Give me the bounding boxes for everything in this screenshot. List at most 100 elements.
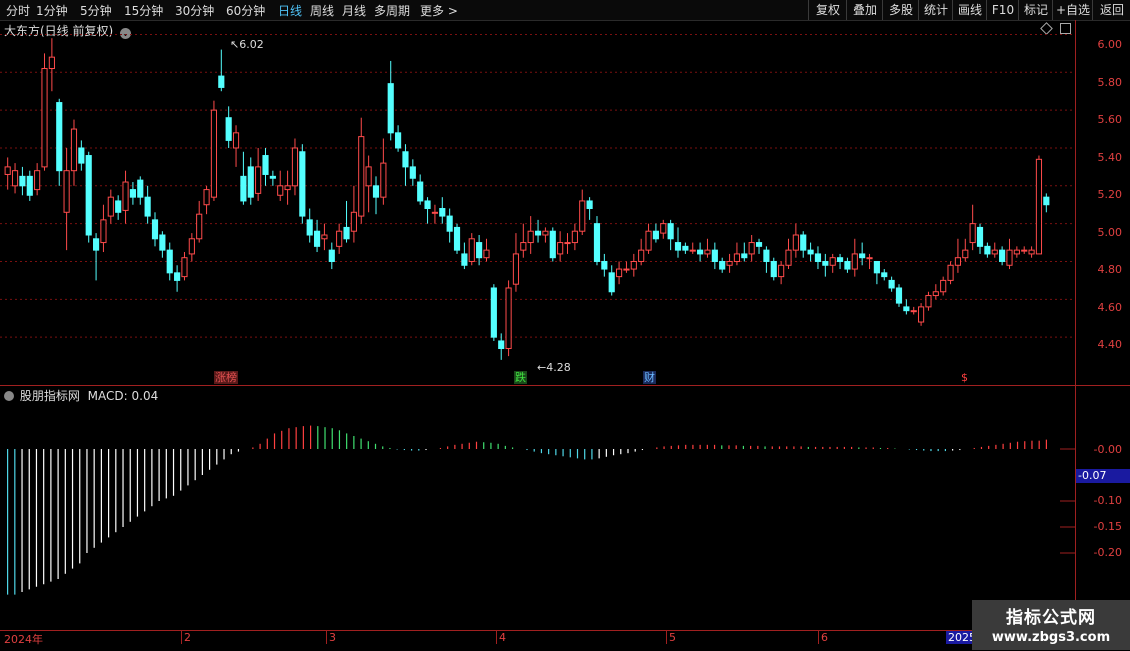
candle-body[interactable]	[232, 132, 240, 149]
candle-body[interactable]	[505, 287, 512, 350]
candle-body[interactable]	[807, 249, 814, 255]
candle-body[interactable]	[601, 260, 608, 270]
candle-body[interactable]	[321, 234, 328, 240]
candle-body[interactable]	[866, 257, 873, 260]
candle-body[interactable]	[667, 223, 674, 240]
candle-body[interactable]	[910, 310, 917, 313]
candle-body[interactable]	[623, 268, 630, 271]
candle-body[interactable]	[674, 242, 682, 251]
candle-body[interactable]	[527, 230, 534, 244]
overlay-button[interactable]: 叠加	[846, 0, 883, 20]
candle-body[interactable]	[92, 238, 100, 251]
candle-body[interactable]	[859, 253, 866, 259]
candle-body[interactable]	[697, 249, 704, 255]
add-watchlist-button[interactable]: +自选	[1052, 0, 1093, 20]
candle-body[interactable]	[56, 102, 63, 172]
tab-60min[interactable]: 60分钟	[226, 2, 265, 19]
candle-body[interactable]	[365, 166, 372, 187]
candle-body[interactable]	[468, 238, 475, 262]
candle-body[interactable]	[166, 249, 173, 274]
candle-body[interactable]	[615, 268, 623, 278]
candle-body[interactable]	[940, 279, 947, 293]
candle-body[interactable]	[218, 75, 225, 88]
candle-body[interactable]	[881, 272, 888, 278]
candle-body[interactable]	[4, 166, 11, 175]
candle-body[interactable]	[100, 219, 107, 244]
candle-body[interactable]	[836, 257, 844, 262]
candle-body[interactable]	[247, 166, 254, 198]
candle-body[interactable]	[240, 175, 247, 202]
candle-body[interactable]	[689, 249, 696, 252]
candle-body[interactable]	[483, 249, 490, 259]
macd-histogram[interactable]	[0, 386, 1076, 630]
candle-body[interactable]	[918, 306, 925, 323]
candle-body[interactable]	[851, 253, 858, 270]
candle-body[interactable]	[387, 83, 394, 134]
candle-body[interactable]	[299, 151, 306, 217]
candle-body[interactable]	[129, 189, 136, 198]
candle-body[interactable]	[645, 230, 652, 251]
candle-body[interactable]	[638, 249, 645, 262]
candle-body[interactable]	[402, 151, 409, 168]
tab-30min[interactable]: 30分钟	[175, 2, 214, 19]
candle-body[interactable]	[291, 147, 299, 187]
candle-body[interactable]	[11, 170, 19, 187]
candle-body[interactable]	[269, 175, 276, 179]
candle-body[interactable]	[70, 128, 78, 172]
candle-body[interactable]	[151, 219, 159, 240]
gainers-badge[interactable]: 涨榜	[214, 371, 238, 384]
candle-body[interactable]	[755, 242, 763, 247]
draw-line-button[interactable]: 画线	[952, 0, 987, 20]
candle-body[interactable]	[446, 215, 453, 232]
candle-body[interactable]	[424, 200, 431, 210]
candle-body[interactable]	[380, 162, 387, 198]
candle-body[interactable]	[733, 253, 741, 262]
candle-body[interactable]	[704, 249, 711, 255]
candle-body[interactable]	[262, 155, 269, 175]
mark-button[interactable]: 标记	[1018, 0, 1053, 20]
candle-body[interactable]	[962, 249, 969, 259]
candle-body[interactable]	[431, 211, 439, 214]
financial-badge[interactable]: 财	[643, 371, 656, 384]
candle-body[interactable]	[336, 230, 343, 247]
candle-body[interactable]	[372, 185, 380, 198]
candle-body[interactable]	[991, 249, 998, 255]
candle-body[interactable]	[925, 295, 932, 308]
candle-body[interactable]	[1013, 249, 1020, 255]
candle-body[interactable]	[159, 234, 166, 251]
candle-body[interactable]	[225, 117, 232, 141]
candle-body[interactable]	[822, 260, 829, 266]
candle-body[interactable]	[549, 230, 556, 259]
candle-body[interactable]	[557, 242, 564, 255]
candle-body[interactable]	[888, 279, 895, 289]
candle-body[interactable]	[564, 242, 571, 245]
candle-body[interactable]	[1028, 249, 1035, 255]
candle-body[interactable]	[313, 230, 321, 247]
candle-body[interactable]	[999, 249, 1006, 262]
candle-body[interactable]	[19, 175, 26, 187]
candle-body[interactable]	[255, 166, 262, 194]
candle-body[interactable]	[41, 68, 48, 168]
candle-body[interactable]	[682, 245, 689, 251]
candle-body[interactable]	[903, 306, 910, 312]
back-button[interactable]: 返回	[1092, 0, 1130, 20]
candle-body[interactable]	[947, 264, 954, 281]
tab-5min[interactable]: 5分钟	[80, 2, 112, 19]
candle-body[interactable]	[792, 234, 799, 251]
candlestick-chart[interactable]	[0, 20, 1076, 385]
dividend-badge[interactable]: $	[960, 371, 969, 384]
candle-body[interactable]	[144, 196, 151, 217]
candle-body[interactable]	[498, 340, 505, 350]
candle-body[interactable]	[26, 175, 33, 196]
candle-body[interactable]	[770, 260, 777, 278]
candle-body[interactable]	[785, 249, 792, 266]
losers-badge[interactable]: 跌	[514, 371, 527, 384]
tab-weekly[interactable]: 周线	[310, 2, 334, 19]
tab-timeshare[interactable]: 分时	[6, 2, 30, 19]
candle-body[interactable]	[188, 238, 195, 255]
candle-body[interactable]	[343, 226, 350, 240]
candle-body[interactable]	[34, 170, 41, 191]
candle-body[interactable]	[1021, 249, 1028, 252]
candle-body[interactable]	[137, 179, 144, 198]
candle-body[interactable]	[630, 260, 637, 270]
